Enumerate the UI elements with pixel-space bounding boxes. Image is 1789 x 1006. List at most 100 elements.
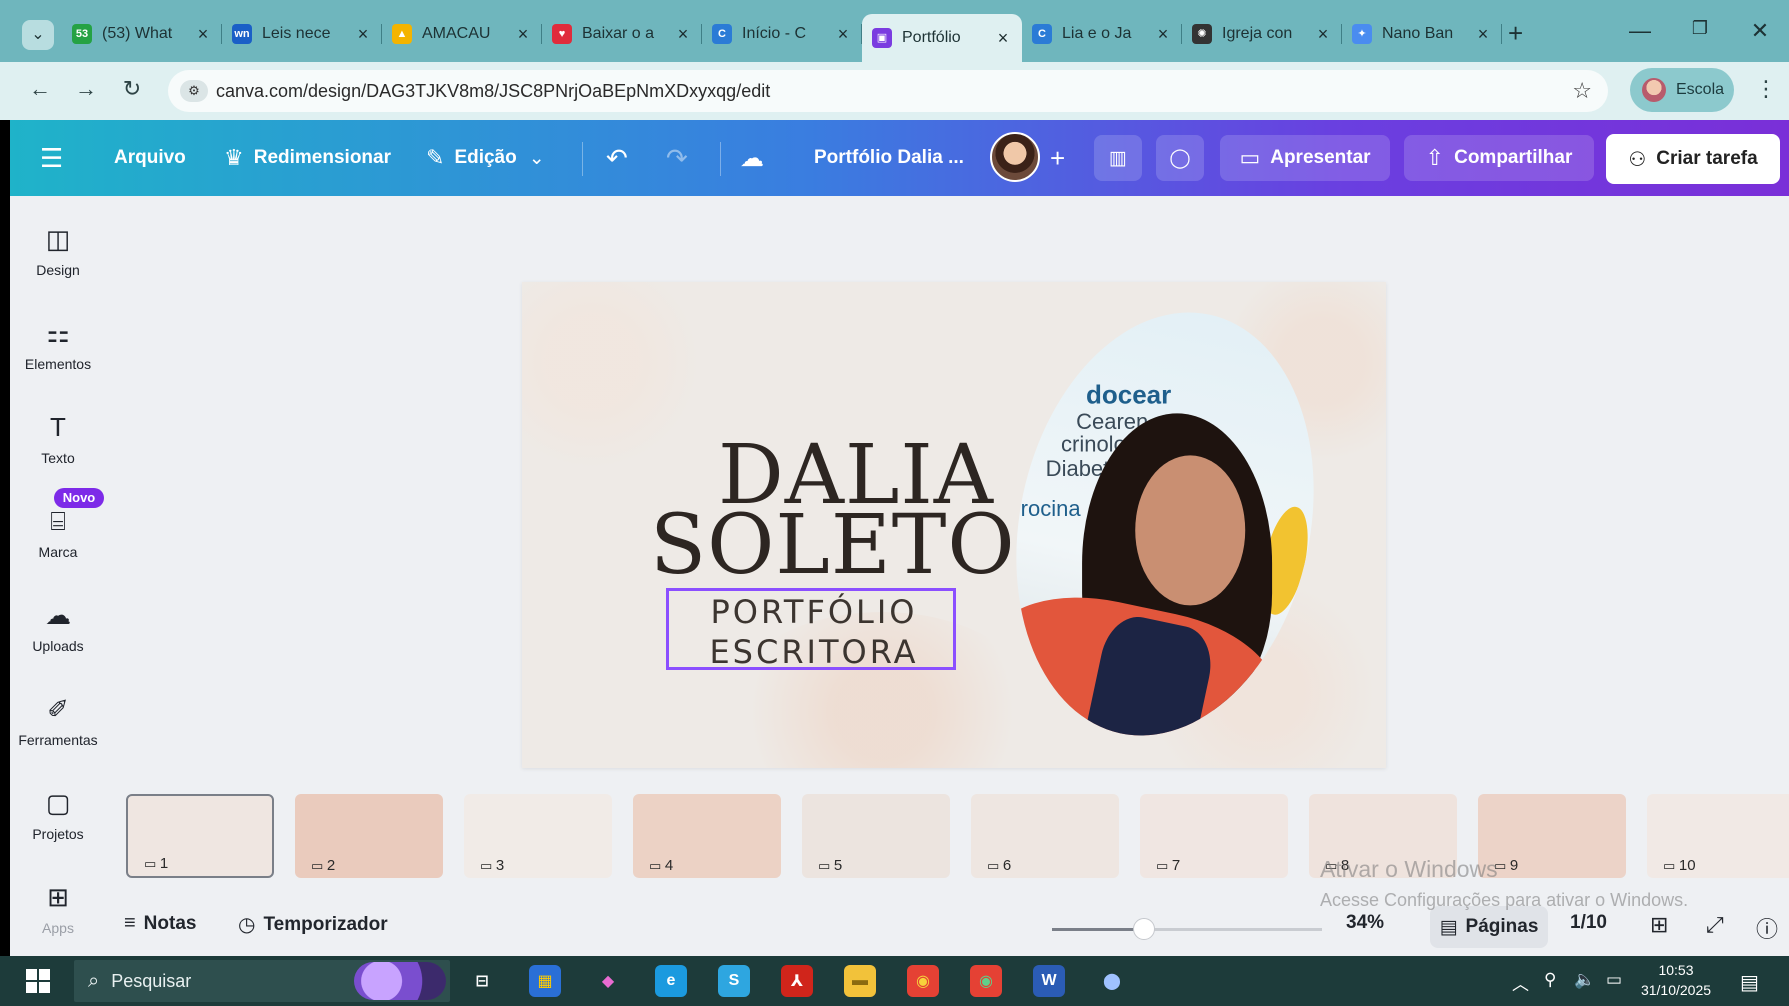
- thumbnail-page-number: 5: [818, 857, 842, 874]
- browser-tab[interactable]: ▣ Portfólio ×: [862, 14, 1022, 62]
- minimize-button[interactable]: —: [1620, 18, 1660, 44]
- close-icon[interactable]: ×: [994, 28, 1012, 49]
- browser-tab[interactable]: ✺ Igreja con ×: [1182, 14, 1342, 54]
- page-thumbnail[interactable]: 5: [802, 794, 950, 878]
- tray-meet-icon[interactable]: ⚲: [1544, 970, 1556, 990]
- comment-icon[interactable]: ◯: [1156, 135, 1204, 181]
- compartilhar-button[interactable]: ⇧ Compartilhar: [1404, 135, 1594, 181]
- redimensionar-button[interactable]: ♛ Redimensionar: [224, 120, 391, 196]
- page-thumbnail[interactable]: 1: [126, 794, 274, 878]
- close-icon[interactable]: ×: [674, 24, 692, 45]
- windows-start-icon[interactable]: [26, 969, 50, 993]
- task-view-icon[interactable]: ⊟: [466, 965, 498, 997]
- sidebar-item-elementos[interactable]: ⚏ Elementos: [10, 318, 106, 372]
- page-thumbnail[interactable]: 9: [1478, 794, 1626, 878]
- cloud-saved-icon[interactable]: ☁: [740, 120, 764, 196]
- sidebar-item-texto[interactable]: T Texto: [10, 412, 106, 466]
- close-icon[interactable]: ×: [194, 24, 212, 45]
- timer-icon: ◷: [238, 914, 256, 936]
- tray-chevron-icon[interactable]: ︿: [1512, 970, 1529, 995]
- browser-tab[interactable]: C Início - C ×: [702, 14, 862, 54]
- redo-icon[interactable]: ↷: [666, 120, 688, 196]
- page-thumbnail[interactable]: 3: [464, 794, 612, 878]
- paginas-button[interactable]: ▤ Páginas: [1430, 906, 1548, 948]
- criar-tarefa-button[interactable]: ⚇ Criar tarefa: [1606, 134, 1780, 184]
- page-thumbnail[interactable]: 4: [633, 794, 781, 878]
- sidebar-item-marca[interactable]: ⌸ Marca: [10, 506, 106, 560]
- browser-tab[interactable]: ♥ Baixar o a ×: [542, 14, 702, 54]
- new-tab-button[interactable]: +: [1508, 18, 1523, 49]
- network-icon[interactable]: ▭: [1606, 970, 1622, 990]
- zoom-value[interactable]: 34%: [1346, 912, 1384, 934]
- subtitle-selection-box[interactable]: PORTFÓLIO ESCRITORA: [666, 588, 956, 671]
- url-text[interactable]: canva.com/design/DAG3TJKV8m8/JSC8PNrjOaB…: [216, 81, 770, 102]
- zoom-icon[interactable]: ⬤: [1096, 965, 1128, 997]
- profile-button[interactable]: Escola: [1630, 68, 1734, 112]
- bookmark-star-icon[interactable]: ☆: [1572, 78, 1592, 104]
- grid-view-icon[interactable]: ⊞: [1650, 912, 1668, 938]
- reload-icon[interactable]: ↻: [118, 76, 146, 102]
- undo-icon[interactable]: ↶: [606, 120, 628, 196]
- insights-chart-icon[interactable]: ▥: [1094, 135, 1142, 181]
- design-title[interactable]: Portfólio Dalia ...: [814, 120, 964, 196]
- file-explorer-icon[interactable]: ▬: [844, 965, 876, 997]
- temporizador-button[interactable]: ◷ Temporizador: [238, 912, 388, 937]
- forward-icon[interactable]: →: [72, 76, 100, 102]
- close-icon[interactable]: ×: [1314, 24, 1332, 45]
- copilot-icon[interactable]: ◆: [592, 965, 624, 997]
- zoom-slider-handle[interactable]: [1132, 918, 1155, 940]
- microsoft-store-icon[interactable]: ▦: [529, 965, 561, 997]
- close-icon[interactable]: ×: [834, 24, 852, 45]
- page-thumbnail[interactable]: 6: [971, 794, 1119, 878]
- hamburger-icon[interactable]: ☰: [40, 120, 63, 196]
- close-icon[interactable]: ×: [354, 24, 372, 45]
- page-counter[interactable]: 1/10: [1570, 912, 1607, 934]
- close-icon[interactable]: ×: [514, 24, 532, 45]
- zoom-slider[interactable]: [1052, 918, 1322, 940]
- close-window-button[interactable]: ✕: [1740, 18, 1780, 44]
- sidebar-item-uploads[interactable]: ☁ Uploads: [10, 600, 106, 654]
- page-thumbnail[interactable]: 7: [1140, 794, 1288, 878]
- close-icon[interactable]: ×: [1154, 24, 1172, 45]
- omnibox[interactable]: ⚙ canva.com/design/DAG3TJKV8m8/JSC8PNrjO…: [168, 70, 1608, 112]
- restore-button[interactable]: ❐: [1680, 18, 1720, 39]
- browser-tab[interactable]: wn Leis nece ×: [222, 14, 382, 54]
- chrome-icon[interactable]: ◉: [907, 965, 939, 997]
- taskbar-search[interactable]: ⌕ Pesquisar: [74, 960, 450, 1002]
- acrobat-icon[interactable]: ⅄: [781, 965, 813, 997]
- system-clock[interactable]: 10:53 31/10/2025: [1636, 960, 1716, 1000]
- word-icon[interactable]: W: [1033, 965, 1065, 997]
- tab-title: Início - C: [742, 25, 807, 42]
- page-thumbnail[interactable]: 2: [295, 794, 443, 878]
- back-icon[interactable]: ←: [26, 76, 54, 102]
- title-soleto[interactable]: SOLETO: [650, 498, 1016, 593]
- skype-icon[interactable]: S: [718, 965, 750, 997]
- browser-menu-icon[interactable]: ⋮: [1755, 76, 1777, 102]
- page-thumbnail[interactable]: 10: [1647, 794, 1789, 878]
- browser-tab[interactable]: ✦ Nano Ban ×: [1342, 14, 1502, 54]
- edicao-dropdown[interactable]: ✎ Edição ⌄: [426, 120, 545, 196]
- apresentar-button[interactable]: ▭ Apresentar: [1220, 135, 1390, 181]
- fullscreen-icon[interactable]: ⤢: [1706, 912, 1724, 938]
- windows-taskbar: ⌕ Pesquisar ⊟ ▦ ◆ e S ⅄ ▬ ◉ ◉ W ⬤ ︿ ⚲ 🔈 ▭ 10:53 31…: [0, 956, 1789, 1006]
- browser-tab[interactable]: C Lia e o Ja ×: [1022, 14, 1182, 54]
- design-page[interactable]: DALIA SOLETO PORTFÓLIO ESCRITORA docear …: [522, 282, 1386, 768]
- edge-icon[interactable]: e: [655, 965, 687, 997]
- sidebar-item-projetos[interactable]: ▢ Projetos: [10, 788, 106, 842]
- help-icon[interactable]: ⓘ: [1756, 912, 1778, 944]
- volume-icon[interactable]: 🔈: [1574, 970, 1595, 990]
- arquivo-menu[interactable]: Arquivo: [114, 120, 186, 196]
- chrome-profile-icon[interactable]: ◉: [970, 965, 1002, 997]
- browser-tab[interactable]: ▲ AMACAU ×: [382, 14, 542, 54]
- site-settings-icon[interactable]: ⚙: [180, 80, 208, 102]
- add-collaborator-icon[interactable]: +: [1050, 120, 1065, 196]
- notification-icon[interactable]: ▤: [1740, 970, 1759, 995]
- thumbnail-page-number: 10: [1663, 857, 1696, 874]
- browser-tab[interactable]: 53 (53) What ×: [62, 14, 222, 54]
- close-icon[interactable]: ×: [1474, 24, 1492, 45]
- tab-search-menu-button[interactable]: ⌄: [22, 20, 54, 50]
- sidebar-item-design[interactable]: ◫ Design: [10, 224, 106, 278]
- notas-button[interactable]: ≡ Notas: [124, 912, 196, 935]
- collaborator-avatar[interactable]: [990, 132, 1040, 182]
- sidebar-item-ferramentas[interactable]: ✐ Ferramentas: [10, 694, 106, 748]
